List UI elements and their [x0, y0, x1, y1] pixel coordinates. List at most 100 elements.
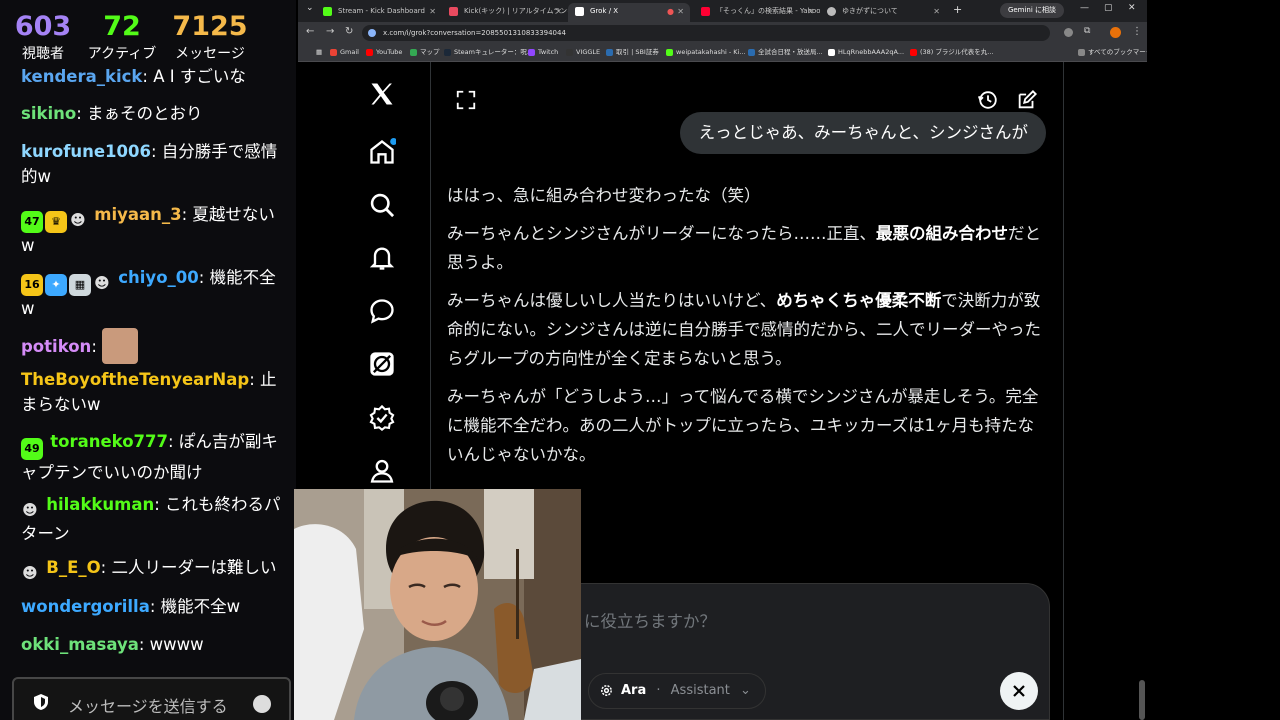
history-icon[interactable]: [977, 89, 999, 111]
x-logo-icon[interactable]: [364, 76, 400, 112]
chat-username[interactable]: TheBoyoftheTenyearNap: [21, 370, 249, 389]
bookmark-maps[interactable]: マップ: [410, 46, 440, 58]
chat-message: 47 ♛ ☻ miyaan_3: 夏越せないw: [21, 205, 275, 255]
emoji-icon[interactable]: [253, 695, 271, 713]
tab-grok[interactable]: Grok / X ● ✕: [568, 3, 690, 22]
messages-chat-icon[interactable]: [364, 293, 400, 329]
model-name: Ara: [621, 683, 647, 698]
x-favicon-icon: [575, 7, 584, 16]
apps-icon[interactable]: ▦: [306, 46, 322, 58]
chat-message: kendera_kick: A I すごいな: [21, 67, 246, 86]
chat-username[interactable]: kurofune1006: [21, 142, 151, 161]
close-tab-icon[interactable]: ✕: [933, 3, 940, 20]
chat-username[interactable]: hilakkuman: [46, 495, 154, 514]
gemini-button[interactable]: Gemini に相談: [1000, 3, 1064, 18]
url-input[interactable]: x.com/i/grok?conversation=20855013108333…: [362, 25, 1050, 41]
search-icon[interactable]: [364, 187, 400, 223]
tab-title: ゆきがずについて: [842, 7, 898, 15]
extensions-icon[interactable]: [1064, 28, 1073, 37]
verified-icon[interactable]: [364, 400, 400, 436]
maximize-icon[interactable]: ▢: [1104, 3, 1113, 13]
all-bookmarks[interactable]: すべてのブックマーク: [1078, 46, 1152, 58]
chat-text: A I すごいな: [153, 67, 246, 86]
profile-icon[interactable]: [364, 453, 400, 489]
bookmark-steam[interactable]: Steamキュレーター：呪...: [444, 46, 533, 58]
window-close-icon[interactable]: ✕: [1128, 3, 1136, 13]
text-run: みーちゃんは優しいし人当たりはいいけど、: [447, 291, 777, 310]
bot-badge-icon: ☻: [94, 274, 110, 292]
tab-kick-ranking[interactable]: Kick(キック) | リアルタイムランキング✕: [442, 3, 568, 22]
chat-message: ☻ hilakkuman: これも終わるパターン: [21, 495, 281, 543]
bookmark-youtube[interactable]: YouTube: [366, 46, 402, 58]
back-icon[interactable]: ←: [306, 26, 314, 37]
gear-icon: [601, 685, 612, 696]
tab-title: 「そっくん」の検索結果 - Yahoo!検: [716, 7, 820, 15]
minimize-icon[interactable]: —: [1080, 3, 1089, 13]
bookmark-label: Twitch: [538, 48, 559, 56]
bookmark-twitch[interactable]: Twitch: [528, 46, 558, 58]
active-label: アクティブ: [87, 46, 157, 62]
bookmark-youtube-brazil[interactable]: (38) ブラジル代表を丸...: [910, 46, 993, 58]
bookmark-label: VIGGLE: [576, 48, 601, 56]
close-tab-icon[interactable]: ✕: [677, 3, 684, 20]
close-tab-icon[interactable]: ✕: [429, 3, 436, 20]
bot-badge-icon: ☻: [70, 211, 86, 229]
home-icon[interactable]: [364, 134, 400, 170]
chat-username[interactable]: kendera_kick: [21, 67, 142, 86]
chat-username[interactable]: miyaan_3: [94, 205, 181, 224]
bookmark-weipata[interactable]: weipatakahashi - Ki...: [666, 46, 746, 58]
tab-yahoo-search[interactable]: 「そっくん」の検索結果 - Yahoo!検 ✕: [694, 3, 820, 22]
bot-badge-icon: ☻: [22, 564, 38, 582]
profile-avatar[interactable]: [1110, 27, 1121, 38]
close-tab-icon[interactable]: ✕: [807, 3, 814, 20]
og-badge-icon: ✦: [45, 274, 67, 296]
active-stat: 72 アクティブ: [84, 10, 160, 64]
chat-username[interactable]: potikon: [21, 337, 91, 356]
site-info-icon[interactable]: [368, 29, 376, 37]
chat-username[interactable]: okki_masaya: [21, 635, 139, 654]
bold-text-run: 最悪の組み合わせ: [876, 224, 1008, 243]
tab-yukigazu[interactable]: ゆきがずについて ✕: [820, 3, 946, 22]
notifications-bell-icon[interactable]: [364, 240, 400, 276]
menu-dots-icon[interactable]: ⋮: [1132, 26, 1142, 37]
close-icon: [1013, 685, 1025, 697]
kick-favicon-icon: [323, 7, 332, 16]
close-tab-icon[interactable]: ✕: [555, 3, 562, 20]
chat-username[interactable]: chiyo_00: [118, 268, 199, 287]
bookmark-label: 取引 | SBI証券: [616, 48, 659, 56]
chat-text: 二人リーダーは難しい: [111, 558, 277, 577]
puzzle-icon[interactable]: ⧉: [1084, 26, 1090, 36]
new-tab-icon[interactable]: +: [953, 3, 962, 16]
chat-username[interactable]: wondergorilla: [21, 597, 150, 616]
gift-badge-icon: ▦: [69, 274, 91, 296]
face-emote-icon: [102, 328, 139, 364]
reload-icon[interactable]: ↻: [345, 26, 353, 37]
expand-icon[interactable]: [455, 89, 477, 111]
bookmark-sbi[interactable]: 取引 | SBI証券: [606, 46, 659, 58]
chat-username[interactable]: B_E_O: [46, 558, 100, 577]
chat-input-placeholder: メッセージを送信する: [68, 697, 228, 716]
chat-message: sikino: まぁそのとおり: [21, 104, 203, 123]
bookmark-schedule[interactable]: 全試合日程・放送局...: [748, 46, 823, 58]
model-selector[interactable]: Ara · Assistant ⌄: [588, 673, 766, 709]
new-chat-compose-icon[interactable]: [1016, 89, 1038, 111]
chevron-down-icon: ⌄: [735, 683, 751, 698]
close-voice-button[interactable]: [1000, 672, 1038, 710]
bookmark-x-post[interactable]: HLqRnebbAAA2qA...: [828, 46, 904, 58]
bookmark-label: マップ: [420, 48, 440, 56]
chat-username[interactable]: toraneko777: [50, 432, 168, 451]
bookmark-gmail[interactable]: Gmail: [330, 46, 359, 58]
tab-search-icon[interactable]: ⌄: [306, 3, 314, 13]
message-stat: 7125 メッセージ: [172, 10, 248, 64]
grok-response-paragraph: ははっ、急に組み合わせ変わったな（笑）: [447, 186, 761, 205]
bookmark-viggle[interactable]: VIGGLE: [566, 46, 600, 58]
grok-response-paragraph: みーちゃんとシンジさんがリーダーになったら……正直、最悪の組み合わせだと思うよ。: [447, 219, 1047, 277]
composer-placeholder: に役立ちますか？: [584, 612, 716, 631]
tab-kick-dashboard[interactable]: Stream - Kick Dashboard ✕: [316, 3, 442, 22]
chat-username[interactable]: sikino: [21, 104, 76, 123]
globe-favicon-icon: [827, 7, 836, 16]
grok-icon[interactable]: [364, 346, 400, 382]
chat-message-input[interactable]: メッセージを送信する: [12, 677, 291, 720]
page-scrollbar[interactable]: [1139, 680, 1145, 720]
forward-icon[interactable]: →: [326, 26, 334, 37]
